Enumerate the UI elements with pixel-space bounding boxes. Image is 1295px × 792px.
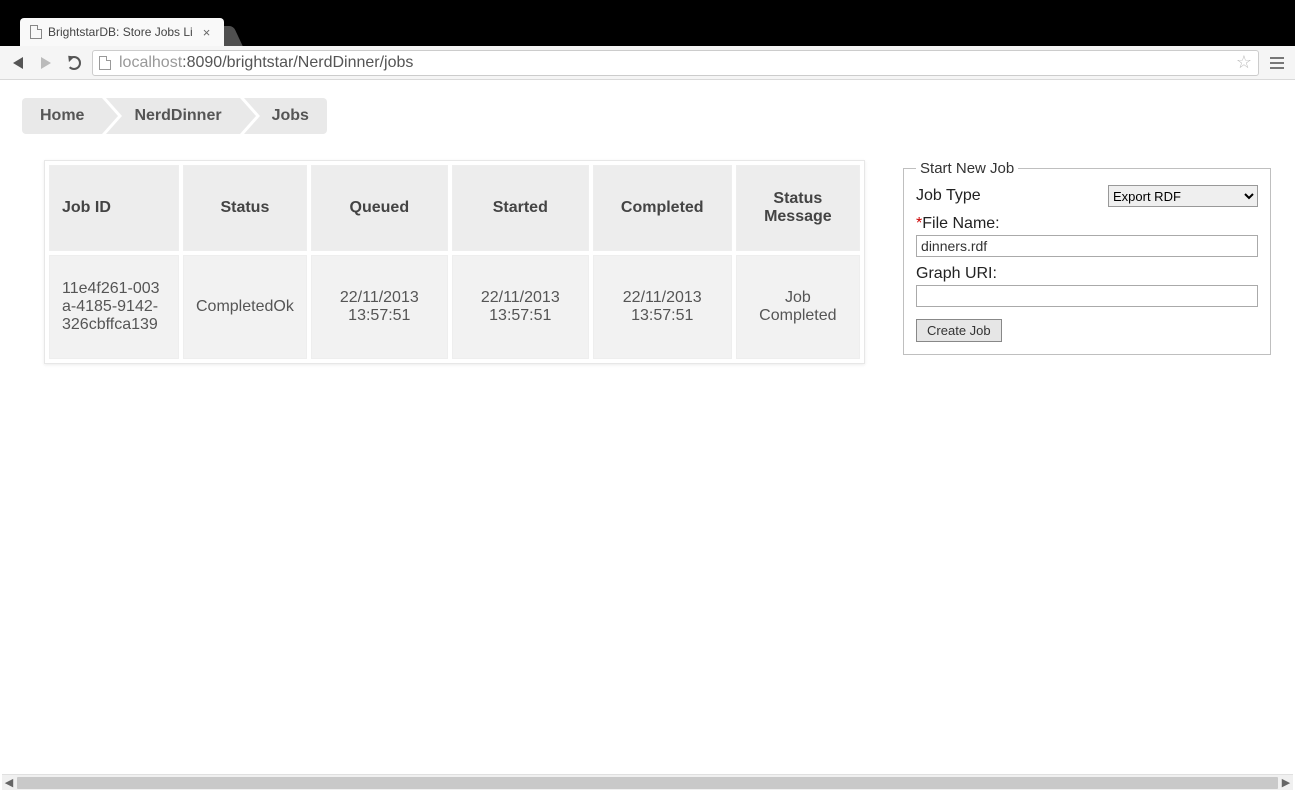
address-bar[interactable]: localhost:8090/brightstar/NerdDinner/job… <box>92 50 1259 76</box>
browser-tab-active[interactable]: BrightstarDB: Store Jobs Li × <box>20 18 224 46</box>
file-name-label: *File Name: <box>916 215 1000 232</box>
table-row: 11e4f261-003a-4185-9142-326cbffca139 Com… <box>49 255 860 359</box>
site-icon <box>99 56 111 70</box>
cell-completed: 22/11/2013 13:57:51 <box>593 255 732 359</box>
breadcrumb-home[interactable]: Home <box>22 98 102 134</box>
page-icon <box>30 25 42 39</box>
forward-button[interactable] <box>36 53 56 73</box>
col-status-message: Status Message <box>736 165 860 251</box>
horizontal-scrollbar[interactable]: ◀ ▶ <box>2 774 1293 790</box>
reload-button[interactable] <box>64 53 84 73</box>
cell-queued: 22/11/2013 13:57:51 <box>311 255 448 359</box>
url-path: :8090/brightstar/NerdDinner/jobs <box>182 54 413 72</box>
graph-uri-label: Graph URI: <box>916 265 997 282</box>
col-started: Started <box>452 165 589 251</box>
file-name-input[interactable] <box>916 235 1258 257</box>
create-job-button[interactable]: Create Job <box>916 319 1002 342</box>
browser-menu-button[interactable] <box>1267 57 1287 69</box>
close-tab-icon[interactable]: × <box>203 25 211 40</box>
browser-toolbar: localhost:8090/brightstar/NerdDinner/job… <box>0 46 1295 80</box>
cell-status: CompletedOk <box>183 255 307 359</box>
url-host: localhost <box>119 54 182 72</box>
jobs-table: Job ID Status Queued Started Completed S… <box>45 161 864 363</box>
back-button[interactable] <box>8 53 28 73</box>
start-new-job-panel: Start New Job Job Type Export RDF *File … <box>903 160 1271 355</box>
scroll-left-icon[interactable]: ◀ <box>2 776 16 789</box>
col-completed: Completed <box>593 165 732 251</box>
breadcrumb: Home NerdDinner Jobs <box>22 98 1273 134</box>
col-status: Status <box>183 165 307 251</box>
cell-message: Job Completed <box>736 255 860 359</box>
cell-started: 22/11/2013 13:57:51 <box>452 255 589 359</box>
page-content: Home NerdDinner Jobs Job ID Status Queue… <box>0 80 1295 364</box>
scroll-track[interactable] <box>17 777 1278 789</box>
graph-uri-input[interactable] <box>916 285 1258 307</box>
tab-title: BrightstarDB: Store Jobs Li <box>48 25 193 39</box>
breadcrumb-store[interactable]: NerdDinner <box>106 98 239 134</box>
cell-job-id: 11e4f261-003a-4185-9142-326cbffca139 <box>49 255 179 359</box>
bookmark-star-icon[interactable]: ☆ <box>1236 52 1252 73</box>
job-type-label: Job Type <box>916 187 1108 205</box>
job-type-select[interactable]: Export RDF <box>1108 185 1258 207</box>
browser-titlebar: BrightstarDB: Store Jobs Li × <box>0 0 1295 46</box>
jobs-table-container: Job ID Status Queued Started Completed S… <box>44 160 865 364</box>
panel-legend: Start New Job <box>916 160 1018 177</box>
jobs-table-header-row: Job ID Status Queued Started Completed S… <box>49 165 860 251</box>
col-job-id: Job ID <box>49 165 179 251</box>
col-queued: Queued <box>311 165 448 251</box>
scroll-right-icon[interactable]: ▶ <box>1279 776 1293 789</box>
